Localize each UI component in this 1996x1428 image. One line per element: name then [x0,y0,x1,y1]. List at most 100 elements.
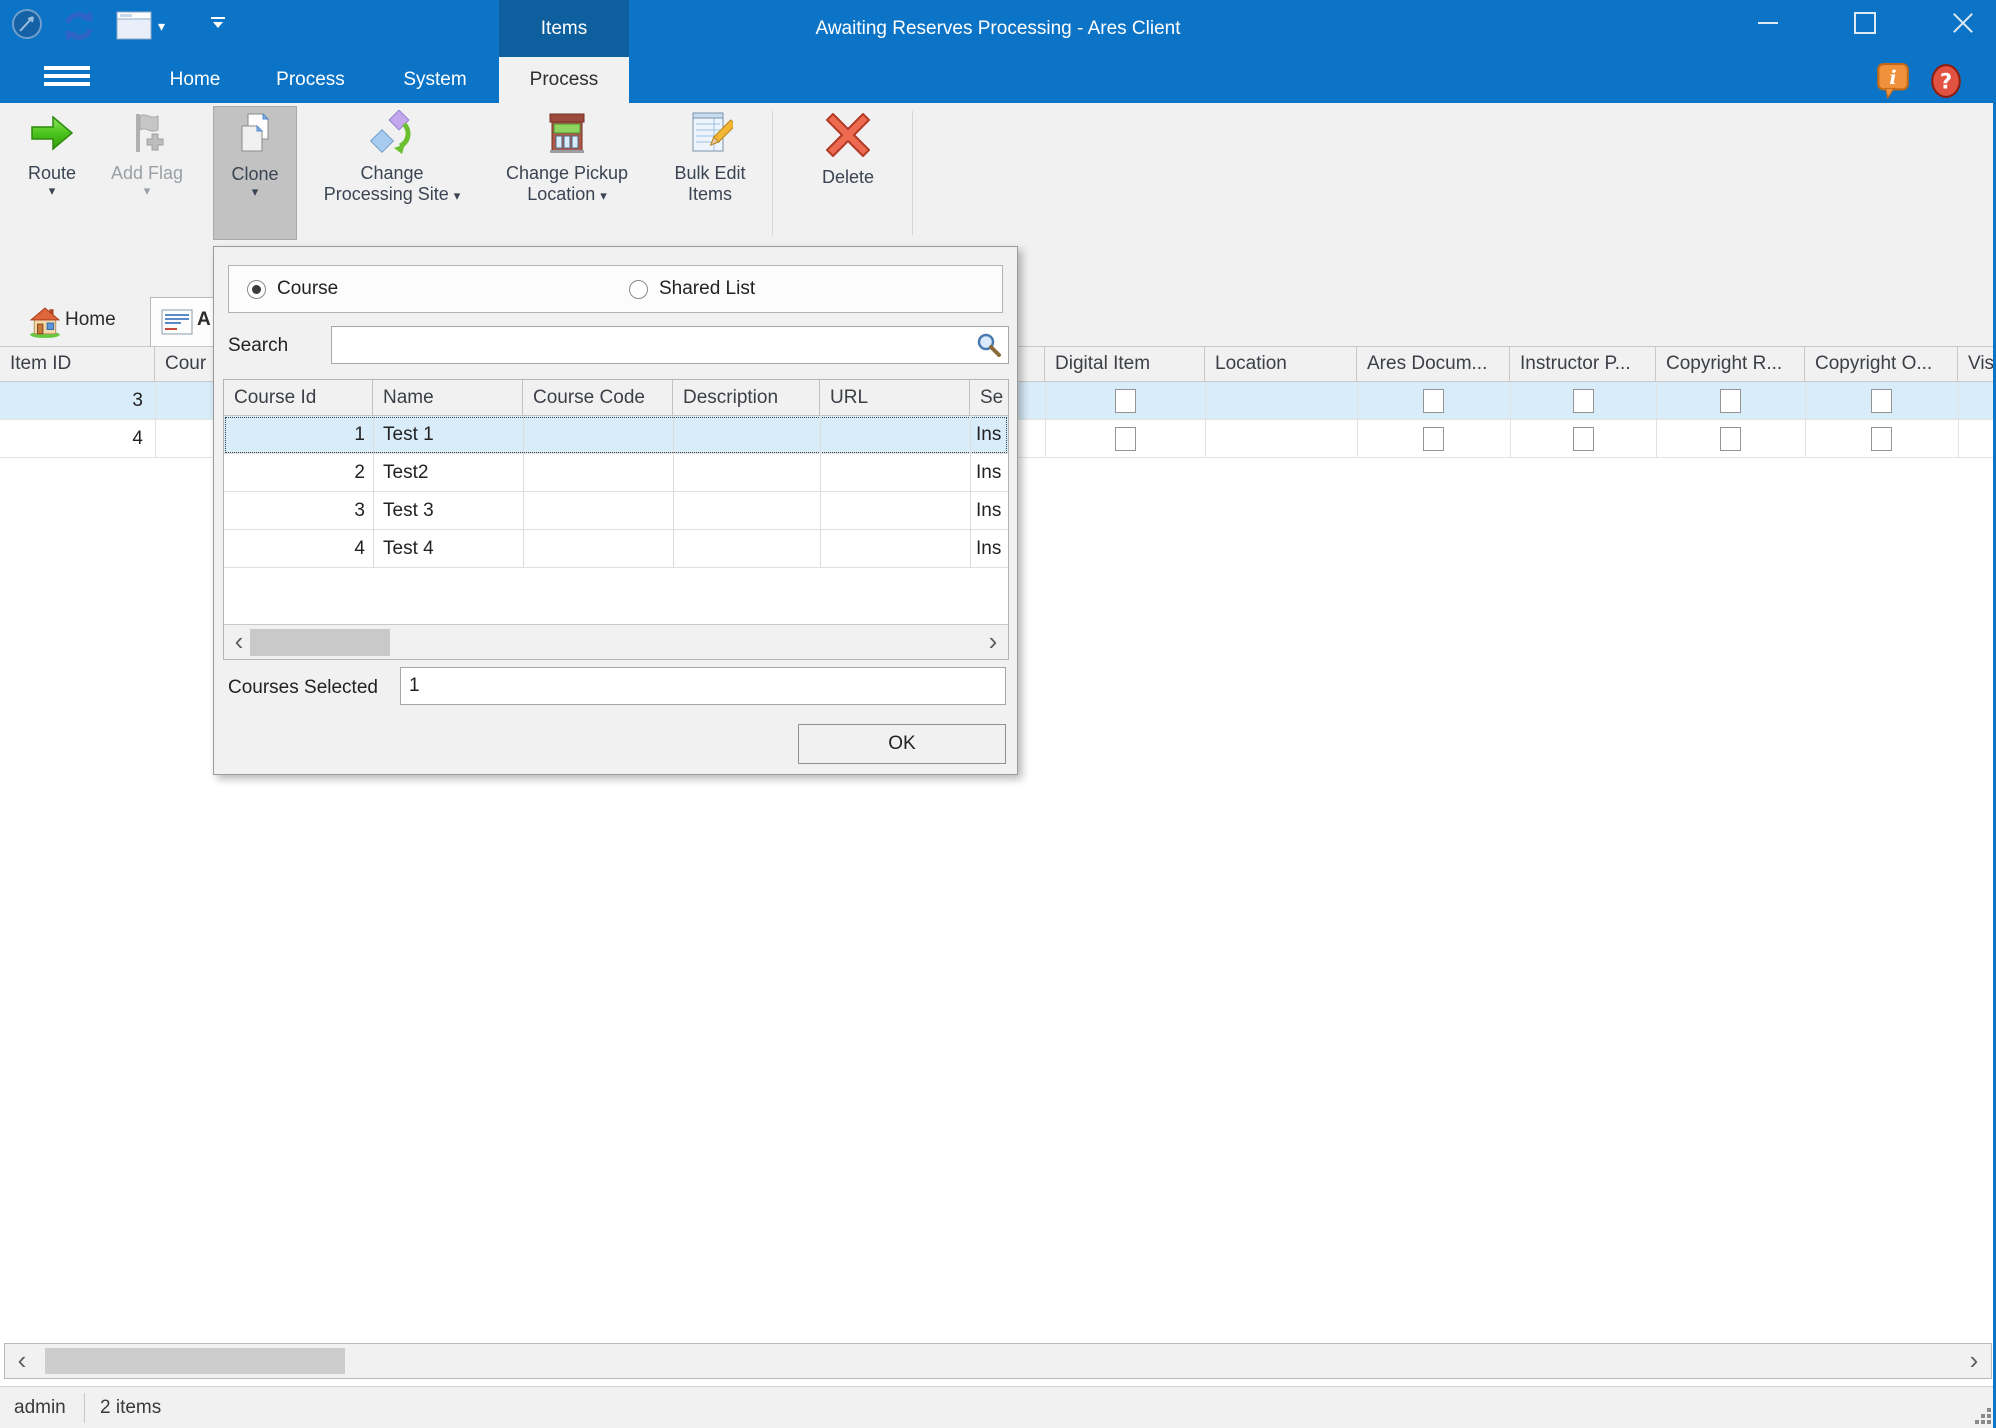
column-header-hidden[interactable] [1016,347,1045,381]
column-header-visible[interactable]: Vis [1958,347,1996,381]
column-header-item-id[interactable]: Item ID [0,347,155,381]
column-header-course-id[interactable]: Course Id [224,380,373,415]
route-icon [8,110,96,161]
course-radio-label: Course [277,278,338,300]
course-radio[interactable] [247,280,266,299]
maximize-button[interactable] [1836,0,1894,46]
add-flag-label: Add Flag [111,163,183,183]
change-pickup-location-button[interactable]: Change Pickup Location ▾ [488,106,646,238]
doc-tab-home[interactable]: Home [13,299,143,346]
change-pickup-location-label-line1: Change Pickup [506,163,628,183]
column-header-instructor[interactable]: Instructor P... [1510,347,1656,381]
course-tail-cell: Ins [976,416,1008,454]
ares-client-window: ▾ Awaiting Reserves Processing - Ares Cl… [0,0,1996,1428]
digital-item-checkbox[interactable] [1115,427,1136,451]
delete-label: Delete [822,167,874,187]
digital-item-checkbox[interactable] [1115,389,1136,413]
column-header-course[interactable]: Cour [155,347,216,381]
scroll-right-arrow[interactable]: › [978,625,1008,659]
course-tail-cell: Ins [976,530,1008,568]
course-id-cell: 1 [224,416,365,454]
help-icon[interactable]: ? [1930,63,1962,99]
change-processing-site-label-line1: Change [360,163,423,183]
scrollbar-thumb[interactable] [250,629,390,656]
clone-button[interactable]: Clone ▾ [213,106,297,240]
new-item-icon[interactable] [116,11,154,41]
scrollbar-thumb[interactable] [45,1348,345,1374]
instructor-checkbox[interactable] [1573,389,1594,413]
item-id-cell: 3 [0,382,143,420]
course-grid-header: Course Id Name Course Code Description U… [224,380,1008,416]
app-icon-glyph [10,7,44,41]
ribbon-separator [772,111,773,235]
instructor-checkbox[interactable] [1573,427,1594,451]
course-grid-horizontal-scrollbar[interactable]: ‹ › [224,624,1008,660]
courses-selected-input[interactable] [400,667,1006,705]
column-header-name[interactable]: Name [373,380,523,415]
contextual-tab-group-items: Items [499,0,629,57]
change-processing-site-button[interactable]: Change Processing Site ▾ [306,106,478,238]
course-grid: Course Id Name Course Code Description U… [223,379,1009,660]
ares-document-checkbox[interactable] [1423,389,1444,413]
tab-system[interactable]: System [385,57,485,103]
clone-popup: Course Shared List Search Course Id Name… [213,246,1018,775]
copyright-o-checkbox[interactable] [1871,427,1892,451]
shared-list-radio[interactable] [629,280,648,299]
refresh-icon[interactable] [62,10,96,42]
search-icon[interactable] [976,332,1002,363]
column-header-copyright-o[interactable]: Copyright O... [1805,347,1958,381]
app-icon[interactable] [10,7,44,41]
ares-document-checkbox[interactable] [1423,427,1444,451]
copyright-r-checkbox[interactable] [1720,389,1741,413]
clone-dropdown-caret: ▾ [214,185,296,199]
column-header-course-code[interactable]: Course Code [523,380,673,415]
close-button[interactable] [1934,0,1992,46]
column-header-digital-item[interactable]: Digital Item [1045,347,1205,381]
ribbon-tab-row: Home Process System i ? [0,57,1996,103]
course-id-cell: 4 [224,530,365,568]
course-name-cell: Test2 [383,454,523,492]
scroll-left-arrow[interactable]: ‹ [7,1344,37,1378]
ok-button[interactable]: OK [798,724,1006,764]
course-row-1[interactable]: 1 Test 1 Ins [224,416,1008,454]
bulk-edit-items-button[interactable]: Bulk Edit Items [654,106,766,238]
clone-label: Clone [231,164,278,184]
column-header-serial[interactable]: Se [970,380,1008,415]
copyright-o-checkbox[interactable] [1871,389,1892,413]
add-flag-dropdown-caret: ▾ [104,184,190,198]
tab-process[interactable]: Process [258,57,363,103]
column-header-url[interactable]: URL [820,380,970,415]
course-row-3[interactable]: 3 Test 3 Ins [224,492,1008,530]
hamburger-menu-icon[interactable] [44,66,90,94]
status-item-count: 2 items [100,1397,161,1419]
resize-grip[interactable] [1975,1408,1991,1424]
feedback-icon[interactable]: i [1876,62,1910,100]
column-header-copyright-r[interactable]: Copyright R... [1656,347,1805,381]
shared-list-radio-label: Shared List [659,278,755,300]
ribbon-separator [912,111,913,235]
tab-home[interactable]: Home [150,57,240,103]
svg-text:i: i [1889,67,1896,89]
course-row-4[interactable]: 4 Test 4 Ins [224,530,1008,568]
minimize-button[interactable] [1739,0,1797,46]
add-flag-button[interactable]: Add Flag ▾ [104,106,190,238]
route-button[interactable]: Route ▾ [8,106,96,238]
ribbon: Route ▾ Add Flag ▾ [0,103,1996,243]
column-header-location[interactable]: Location [1205,347,1357,381]
search-input[interactable] [331,326,1009,364]
bulk-edit-items-label-line1: Bulk Edit [674,163,745,183]
quick-access-toolbar-toggle-icon[interactable] [210,16,226,31]
delete-button[interactable]: Delete [790,106,906,238]
change-pickup-location-dropdown-caret: ▾ [600,188,607,203]
doc-tab-home-label: Home [65,309,116,331]
course-row-2[interactable]: 2 Test2 Ins [224,454,1008,492]
new-item-dropdown-caret[interactable]: ▾ [158,18,165,35]
item-id-cell: 4 [0,420,143,458]
horizontal-scrollbar[interactable]: ‹ › [4,1343,1992,1379]
scroll-right-arrow[interactable]: › [1959,1344,1989,1378]
copyright-r-checkbox[interactable] [1720,427,1741,451]
column-header-ares-document[interactable]: Ares Docum... [1357,347,1510,381]
tab-items-process-active[interactable]: Process [499,57,629,103]
new-item-icon-glyph [116,11,154,41]
column-header-description[interactable]: Description [673,380,820,415]
